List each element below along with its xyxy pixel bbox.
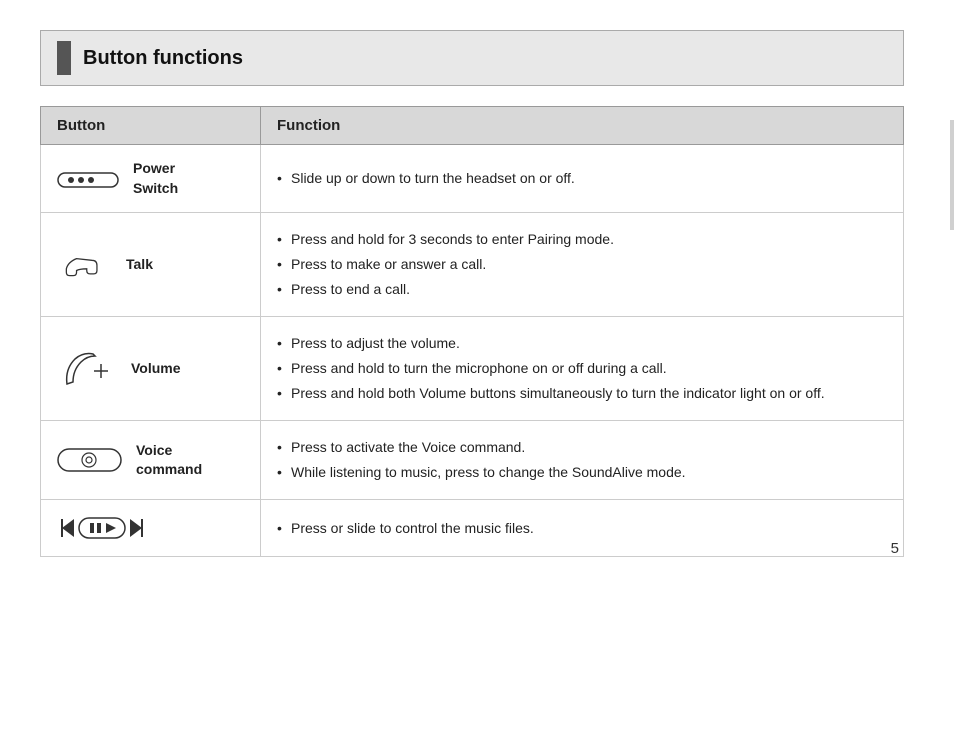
function-cell-voice: Press to activate the Voice command. Whi… xyxy=(261,421,904,500)
button-cell-voice: Voicecommand xyxy=(41,421,261,500)
function-item: Press and hold to turn the microphone on… xyxy=(277,356,887,381)
function-item: Press and hold both Volume buttons simul… xyxy=(277,381,887,406)
power-switch-label: PowerSwitch xyxy=(133,159,178,198)
music-control-icon xyxy=(57,514,147,542)
function-item: Press to end a call. xyxy=(277,277,887,302)
function-cell-volume: Press to adjust the volume. Press and ho… xyxy=(261,317,904,421)
function-item: Press to activate the Voice command. xyxy=(277,435,887,460)
table-row: Press or slide to control the music file… xyxy=(41,500,904,557)
talk-button-icon xyxy=(57,245,112,285)
volume-button-icon xyxy=(57,344,117,394)
function-item: Press and hold for 3 seconds to enter Pa… xyxy=(277,227,887,252)
button-functions-table: Button Function xyxy=(40,106,904,557)
col-function-header: Function xyxy=(261,107,904,145)
voice-command-label: Voicecommand xyxy=(136,441,202,480)
page-number: 5 xyxy=(891,540,899,557)
function-item: Slide up or down to turn the headset on … xyxy=(277,166,887,191)
volume-label: Volume xyxy=(131,359,181,379)
table-row: Talk Press and hold for 3 seconds to ent… xyxy=(41,213,904,317)
section-title: Button functions xyxy=(83,47,243,70)
function-item: While listening to music, press to chang… xyxy=(277,460,887,485)
header-bar-decoration xyxy=(57,41,71,75)
function-cell-talk: Press and hold for 3 seconds to enter Pa… xyxy=(261,213,904,317)
power-switch-icon xyxy=(57,165,119,193)
button-cell-power: PowerSwitch xyxy=(41,145,261,213)
page-container: English Button functions Button Function xyxy=(0,0,954,587)
table-row: Voicecommand Press to activate the Voice… xyxy=(41,421,904,500)
table-row: Volume Press to adjust the volume. Press… xyxy=(41,317,904,421)
function-item: Press to make or answer a call. xyxy=(277,252,887,277)
button-cell-talk: Talk xyxy=(41,213,261,317)
function-item: Press or slide to control the music file… xyxy=(277,516,887,541)
function-cell-music: Press or slide to control the music file… xyxy=(261,500,904,557)
button-cell-music xyxy=(41,500,261,557)
voice-command-icon xyxy=(57,445,122,475)
function-item: Press to adjust the volume. xyxy=(277,331,887,356)
function-cell-power: Slide up or down to turn the headset on … xyxy=(261,145,904,213)
col-button-header: Button xyxy=(41,107,261,145)
talk-label: Talk xyxy=(126,255,153,275)
section-header: Button functions xyxy=(40,30,904,86)
language-tab: English xyxy=(950,120,954,230)
button-cell-volume: Volume xyxy=(41,317,261,421)
table-row: PowerSwitch Slide up or down to turn the… xyxy=(41,145,904,213)
